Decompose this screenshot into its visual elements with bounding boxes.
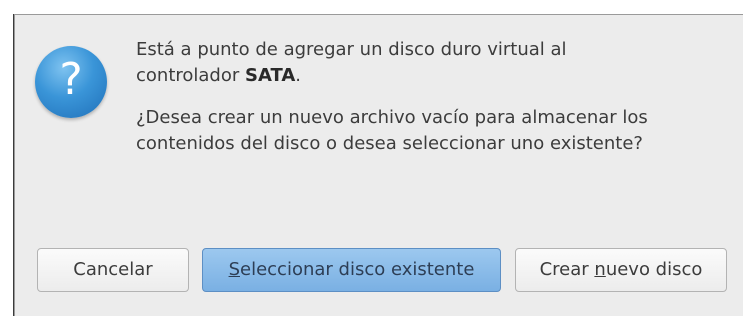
message-line1: Está a punto de agregar un disco duro vi… [136,39,567,60]
create-label-pre: Crear [539,259,595,280]
select-existing-disk-button[interactable]: Seleccionar disco existente [202,248,501,292]
dialog-message: Está a punto de agregar un disco duro vi… [136,37,726,173]
message-line2-pre: controlador [136,65,245,86]
select-mnemonic: S [228,259,240,280]
create-mnemonic: n [594,259,606,280]
question-glyph: ? [59,54,83,105]
confirm-dialog: ? Está a punto de agregar un disco duro … [14,14,743,316]
controller-name: SATA [244,65,296,86]
message-question: ¿Desea crear un nuevo archivo vacío para… [136,107,648,154]
cancel-button-label: Cancelar [73,259,153,280]
message-first-paragraph: Está a punto de agregar un disco duro vi… [136,37,726,89]
message-line2-post: . [295,65,302,86]
question-icon: ? [35,46,107,118]
create-label-rest: uevo disco [605,259,703,280]
cancel-button[interactable]: Cancelar [37,248,189,292]
select-label-rest: eleccionar disco existente [240,259,475,280]
create-new-disk-button[interactable]: Crear nuevo disco [515,248,727,292]
